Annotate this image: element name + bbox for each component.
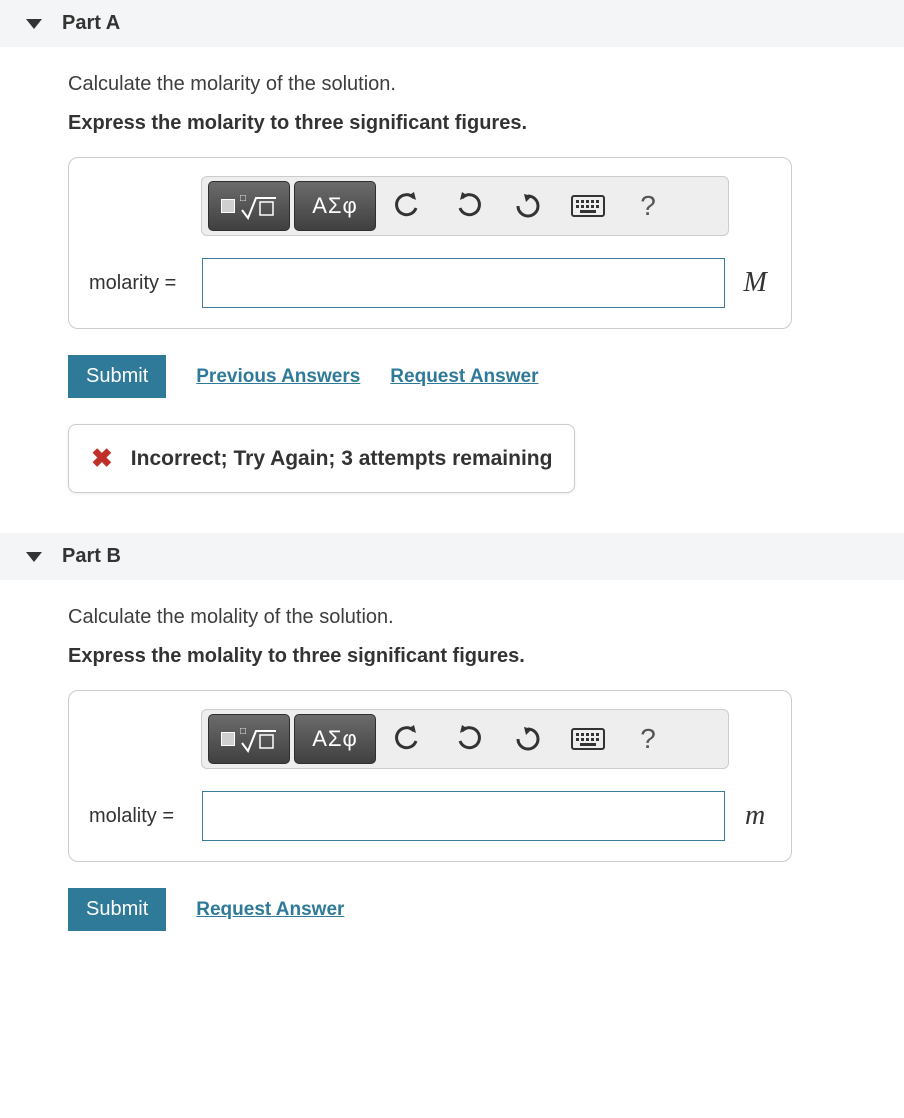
part-a-answer-box: □ ΑΣφ [68, 157, 792, 329]
answer-row: molality = m [89, 791, 771, 841]
part-a-body: Calculate the molarity of the solution. … [0, 47, 904, 533]
keyboard-button[interactable] [560, 181, 616, 231]
square-icon [221, 199, 235, 213]
square-icon [221, 732, 235, 746]
undo-icon [394, 192, 422, 220]
redo-button[interactable] [440, 714, 496, 764]
part-b-title: Part B [62, 545, 121, 568]
unit-label: M [739, 267, 771, 299]
keyboard-icon [571, 195, 605, 217]
unit-label: m [739, 800, 771, 832]
part-a-title: Part A [62, 12, 120, 35]
templates-button[interactable]: □ [208, 181, 290, 231]
part-a-actions: Submit Previous Answers Request Answer [68, 355, 836, 398]
reset-button[interactable] [500, 181, 556, 231]
svg-text:□: □ [240, 726, 246, 737]
equation-toolbar: □ ΑΣφ [201, 176, 729, 236]
answer-row: molarity = M [89, 258, 771, 308]
reset-icon [514, 725, 542, 753]
reset-button[interactable] [500, 714, 556, 764]
templates-button[interactable]: □ [208, 714, 290, 764]
keyboard-icon [571, 728, 605, 750]
part-b-body: Calculate the molality of the solution. … [0, 580, 904, 971]
radical-icon: □ [238, 725, 278, 753]
undo-icon [394, 725, 422, 753]
previous-answers-link[interactable]: Previous Answers [196, 366, 360, 388]
submit-button[interactable]: Submit [68, 355, 166, 398]
part-b-actions: Submit Request Answer [68, 888, 836, 931]
part-a-prompt: Calculate the molarity of the solution. [68, 73, 836, 96]
greek-letters-button[interactable]: ΑΣφ [294, 714, 376, 764]
part-b-prompt: Calculate the molality of the solution. [68, 606, 836, 629]
help-button[interactable]: ? [620, 181, 676, 231]
undo-button[interactable] [380, 714, 436, 764]
part-b-header[interactable]: Part B [0, 533, 904, 580]
chevron-down-icon [26, 552, 42, 562]
feedback-text: Incorrect; Try Again; 3 attempts remaini… [131, 447, 553, 471]
svg-text:□: □ [240, 193, 246, 204]
reset-icon [514, 192, 542, 220]
answer-label: molarity = [89, 272, 188, 295]
part-a-header[interactable]: Part A [0, 0, 904, 47]
part-a-instruction: Express the molarity to three significan… [68, 112, 836, 135]
request-answer-link[interactable]: Request Answer [196, 899, 344, 921]
redo-icon [454, 192, 482, 220]
part-b-instruction: Express the molality to three significan… [68, 645, 836, 668]
incorrect-icon: ✖ [91, 443, 113, 474]
feedback-box: ✖ Incorrect; Try Again; 3 attempts remai… [68, 424, 575, 493]
equation-toolbar: □ ΑΣφ [201, 709, 729, 769]
radical-icon: □ [238, 192, 278, 220]
undo-button[interactable] [380, 181, 436, 231]
redo-icon [454, 725, 482, 753]
answer-label: molality = [89, 805, 188, 828]
molality-input[interactable] [202, 791, 725, 841]
part-b-answer-box: □ ΑΣφ [68, 690, 792, 862]
keyboard-button[interactable] [560, 714, 616, 764]
request-answer-link[interactable]: Request Answer [390, 366, 538, 388]
submit-button[interactable]: Submit [68, 888, 166, 931]
redo-button[interactable] [440, 181, 496, 231]
molarity-input[interactable] [202, 258, 725, 308]
chevron-down-icon [26, 19, 42, 29]
help-button[interactable]: ? [620, 714, 676, 764]
greek-letters-button[interactable]: ΑΣφ [294, 181, 376, 231]
